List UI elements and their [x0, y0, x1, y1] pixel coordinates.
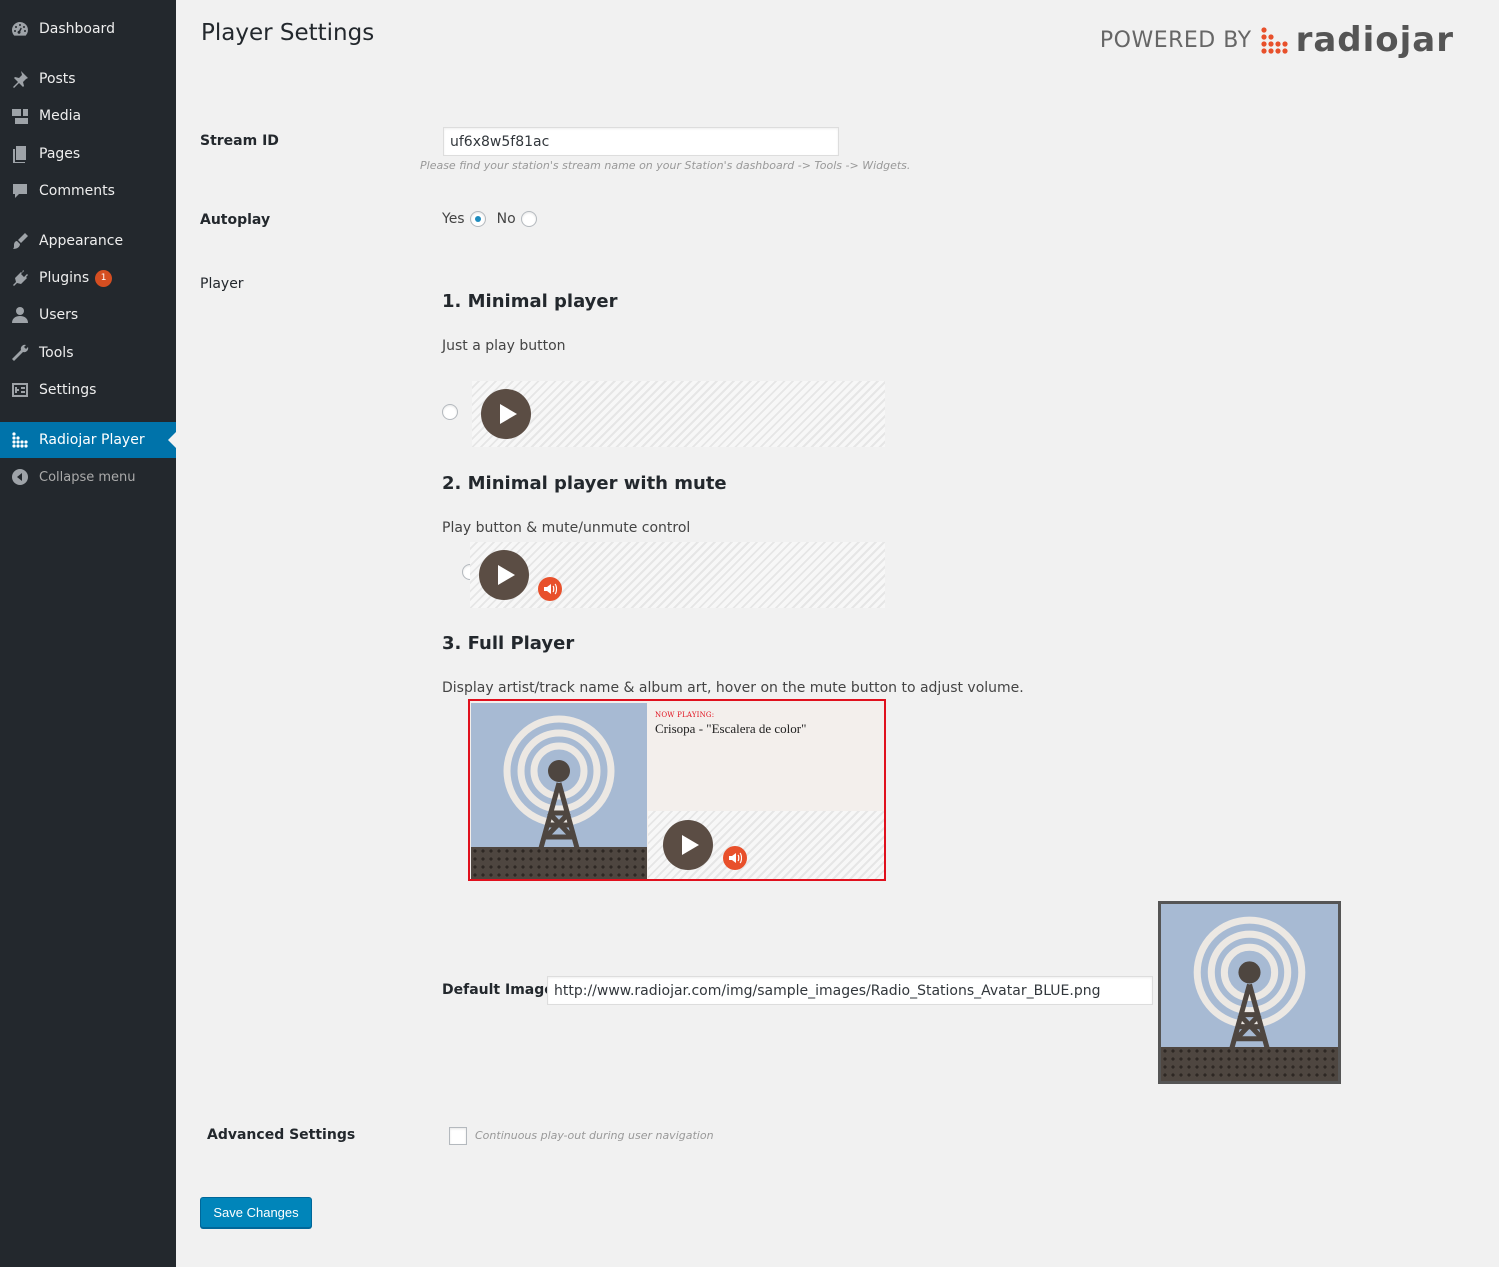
sidebar-item-users[interactable]: Users — [0, 297, 176, 333]
sidebar-item-label: Users — [39, 307, 79, 323]
default-image-ground — [1161, 1047, 1338, 1081]
minimal-mute-player-title: 2. Minimal player with mute — [442, 473, 727, 494]
sidebar-item-plugins[interactable]: Plugins 1 — [0, 260, 176, 296]
full-player-preview: NOW PLAYING: Crisopa - "Escalera de colo… — [468, 699, 886, 881]
minimal-player-preview — [472, 381, 885, 447]
sidebar-item-media[interactable]: Media — [0, 98, 176, 134]
minimal-player-title: 1. Minimal player — [442, 291, 618, 312]
sidebar-item-label: Dashboard — [39, 21, 115, 37]
user-icon — [10, 305, 30, 325]
media-icon — [10, 106, 30, 126]
pin-icon — [10, 69, 30, 89]
autoplay-no-radio[interactable] — [520, 211, 537, 227]
mute-button[interactable] — [723, 846, 747, 870]
play-button[interactable] — [663, 820, 713, 870]
minimal-player-description: Just a play button — [442, 338, 566, 354]
sidebar-item-label: Tools — [39, 345, 74, 361]
autoplay-options: Yes No — [442, 211, 537, 227]
speaker-icon — [729, 852, 742, 864]
sidebar-item-dashboard[interactable]: Dashboard — [0, 11, 176, 47]
admin-sidebar: Dashboard Posts Media Pages Comments App… — [0, 0, 176, 1267]
continuous-playout-checkbox[interactable] — [449, 1127, 467, 1145]
continuous-playout-label: Continuous play-out during user navigati… — [475, 1129, 714, 1142]
sidebar-item-label: Appearance — [39, 233, 124, 249]
comment-icon — [10, 181, 30, 201]
play-icon — [682, 835, 699, 855]
main-content: Player Settings POWERED BY radiojar Stre… — [176, 0, 1499, 1267]
minimal-mute-player-description: Play button & mute/unmute control — [442, 520, 691, 536]
default-image-input[interactable]: http://www.radiojar.com/img/sample_image… — [547, 976, 1153, 1005]
radiojar-icon — [10, 430, 30, 450]
sidebar-item-settings[interactable]: Settings — [0, 372, 176, 408]
collapse-icon — [10, 467, 30, 487]
brush-icon — [10, 231, 30, 251]
sidebar-item-appearance[interactable]: Appearance — [0, 223, 176, 259]
full-player-title: 3. Full Player — [442, 633, 575, 654]
default-image-value: http://www.radiojar.com/img/sample_image… — [554, 982, 1101, 999]
play-icon — [500, 404, 517, 424]
pages-icon — [10, 144, 30, 164]
sidebar-item-label: Radiojar Player — [39, 432, 145, 448]
save-changes-button[interactable]: Save Changes — [200, 1197, 312, 1228]
stream-id-input[interactable]: uf6x8w5f81ac — [443, 127, 839, 156]
sidebar-item-label: Collapse menu — [39, 469, 136, 485]
full-player-description: Display artist/track name & album art, h… — [442, 680, 1024, 696]
radiojar-brand-text: radiojar — [1295, 20, 1454, 60]
sidebar-item-label: Comments — [39, 183, 115, 199]
sidebar-item-comments[interactable]: Comments — [0, 173, 176, 209]
sidebar-item-pages[interactable]: Pages — [0, 136, 176, 172]
sidebar-item-label: Settings — [39, 382, 97, 398]
speaker-icon — [544, 583, 557, 595]
radiojar-dots-icon — [1260, 27, 1288, 54]
stream-id-value: uf6x8w5f81ac — [450, 133, 550, 150]
player-label: Player — [200, 276, 244, 292]
minimal-player-radio[interactable] — [442, 404, 458, 420]
dashboard-icon — [10, 19, 30, 39]
settings-icon — [10, 380, 30, 400]
default-image-preview — [1158, 901, 1341, 1084]
powered-by-text: POWERED BY — [1099, 27, 1252, 53]
play-icon — [498, 565, 515, 585]
page-title: Player Settings — [201, 20, 375, 46]
powered-by-radiojar-logo: POWERED BY radiojar — [1100, 20, 1454, 60]
full-player-controls — [648, 811, 884, 879]
play-button[interactable] — [479, 550, 529, 600]
now-playing-label: NOW PLAYING: — [655, 711, 715, 719]
album-art — [471, 703, 647, 879]
plugin-icon — [10, 268, 30, 288]
play-button[interactable] — [481, 389, 531, 439]
sidebar-item-label: Plugins — [39, 270, 90, 286]
wrench-icon — [10, 343, 30, 363]
autoplay-label: Autoplay — [200, 212, 271, 228]
autoplay-yes-radio[interactable] — [469, 211, 486, 227]
autoplay-no-label: No — [496, 211, 516, 227]
sidebar-item-posts[interactable]: Posts — [0, 61, 176, 97]
stream-id-label: Stream ID — [200, 133, 279, 149]
plugins-update-badge: 1 — [95, 269, 113, 287]
sidebar-item-label: Pages — [39, 146, 81, 162]
sidebar-item-tools[interactable]: Tools — [0, 335, 176, 371]
track-title: Crisopa - "Escalera de color" — [655, 721, 807, 736]
default-image-label: Default Image — [442, 982, 554, 998]
advanced-settings-label: Advanced Settings — [207, 1127, 356, 1143]
sidebar-item-label: Media — [39, 108, 82, 124]
sidebar-item-radiojar-player[interactable]: Radiojar Player — [0, 422, 176, 458]
minimal-mute-player-preview — [470, 542, 885, 608]
autoplay-yes-label: Yes — [442, 211, 465, 227]
mute-button[interactable] — [538, 577, 562, 601]
sidebar-item-label: Posts — [39, 71, 76, 87]
stream-id-description: Please find your station's stream name o… — [420, 159, 911, 172]
collapse-menu-button[interactable]: Collapse menu — [0, 459, 176, 495]
album-art-ground — [471, 847, 647, 879]
